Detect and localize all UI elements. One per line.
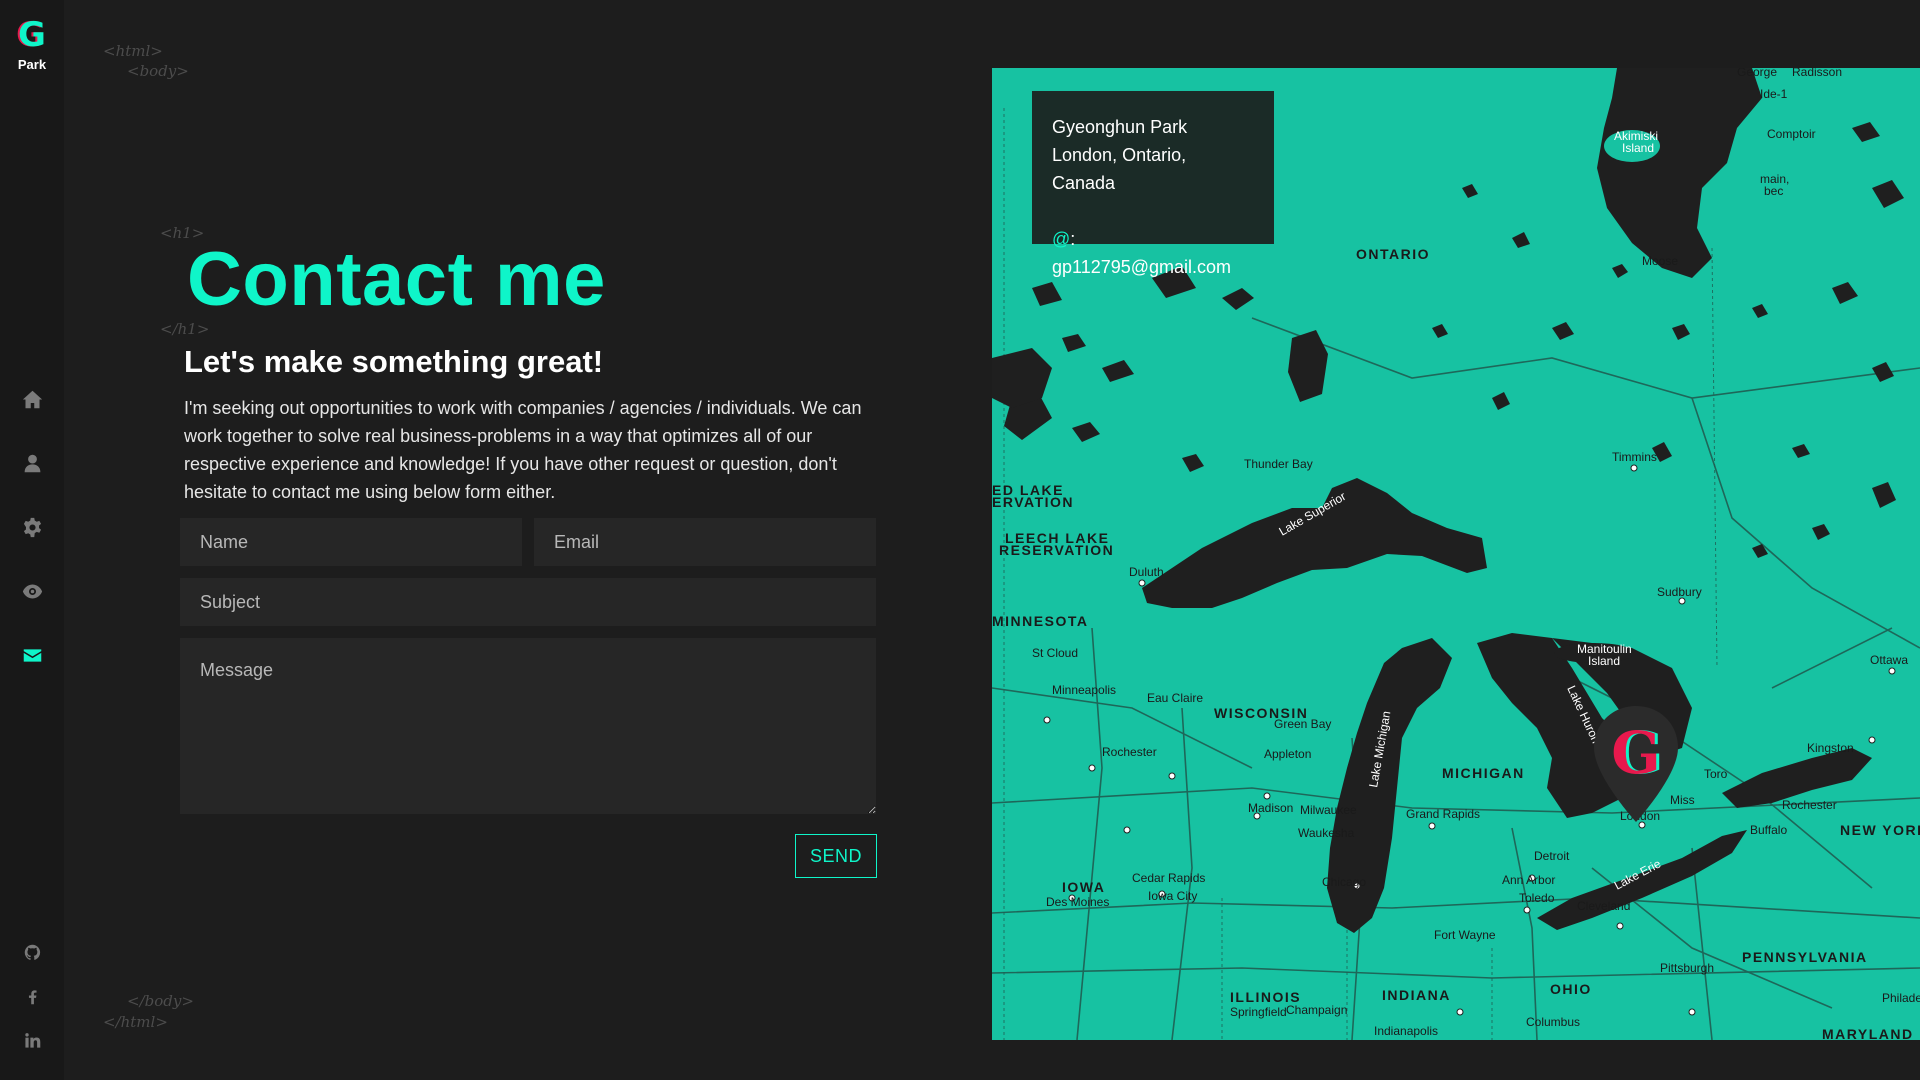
nav-contact[interactable]	[0, 623, 64, 687]
facebook-icon	[28, 989, 37, 1004]
map-label-des-moines: Des Moines	[1046, 895, 1109, 909]
map-label-maryland: MARYLAND	[1822, 1026, 1914, 1040]
social-links	[0, 930, 64, 1062]
map-label-kingston: Kingston	[1807, 741, 1854, 755]
home-icon	[22, 390, 42, 408]
info-email-separator: :	[1070, 229, 1076, 249]
page-title: Contact me	[187, 237, 606, 322]
decor-html-open: <html>	[103, 42, 163, 60]
map-label-moosonee: Moose	[1642, 254, 1678, 268]
map-label-minneapolis: Minneapolis	[1052, 683, 1116, 697]
map-label-milwaukee: Milwaukee	[1300, 803, 1357, 817]
map-label-springfield: Springfield	[1230, 1005, 1287, 1019]
map-label-madison: Madison	[1248, 801, 1293, 815]
decor-html-close: </html>	[103, 1013, 168, 1031]
map-label-minnesota: MINNESOTA	[992, 613, 1088, 629]
map-label-rochester-mn: Rochester	[1102, 745, 1157, 759]
sidebar: G Park	[0, 0, 64, 1080]
map-label-ann-arbor: Ann Arbor	[1502, 873, 1555, 887]
email-field[interactable]	[534, 518, 876, 566]
map-label-columbus: Columbus	[1526, 1015, 1580, 1029]
github-icon	[24, 944, 40, 960]
info-email-line: @: gp112795@gmail.com	[1052, 225, 1254, 281]
logo[interactable]: G Park	[0, 16, 64, 72]
map-label-thunder-bay: Thunder Bay	[1244, 457, 1313, 471]
social-github[interactable]	[0, 930, 64, 974]
map-label-grand-rapids: Grand Rapids	[1406, 807, 1480, 821]
map-label-pittsburgh: Pittsburgh	[1660, 961, 1714, 975]
map-label-iowa-city: Iowa City	[1148, 889, 1197, 903]
decor-body-open: <body>	[127, 62, 189, 80]
map-label-fort-wayne: Fort Wayne	[1434, 928, 1496, 942]
map-label-ohio: OHIO	[1550, 981, 1592, 997]
map-label-ide1: Ide-1	[1760, 87, 1788, 101]
map-label-eau-claire: Eau Claire	[1147, 691, 1203, 705]
nav-about[interactable]	[0, 431, 64, 495]
nav-menu	[0, 367, 64, 687]
map-marker[interactable]: G	[1590, 704, 1682, 830]
map-label-champaign: Champaign	[1286, 1003, 1347, 1017]
subject-field[interactable]	[180, 578, 876, 626]
social-linkedin[interactable]	[0, 1018, 64, 1062]
map-label-manitoulin-2: Island	[1588, 654, 1620, 668]
map-label-bec: bec	[1764, 184, 1783, 198]
map-label-indiana: INDIANA	[1382, 987, 1451, 1003]
map-label-leech-lake-res: RESERVATION	[999, 542, 1114, 558]
map-label-appleton: Appleton	[1264, 747, 1311, 761]
intro-text: I'm seeking out opportunities to work wi…	[184, 398, 862, 502]
map-label-cedar-rapids: Cedar Rapids	[1132, 871, 1205, 885]
map-label-george: George	[1737, 68, 1777, 79]
map-label-cleveland: Cleveland	[1577, 899, 1630, 913]
map-label-toledo: Toledo	[1519, 891, 1555, 905]
user-icon	[24, 454, 40, 472]
send-button[interactable]: SEND	[795, 834, 877, 878]
map-label-duluth: Duluth	[1129, 565, 1164, 579]
map-label-green-bay: Green Bay	[1274, 717, 1331, 731]
info-location: London, Ontario, Canada	[1052, 145, 1187, 193]
info-email[interactable]: gp112795@gmail.com	[1052, 257, 1231, 277]
decor-body-close: </body>	[127, 992, 194, 1010]
map-label-toronto: Toro	[1704, 767, 1728, 781]
map-label-ottawa: Ottawa	[1870, 653, 1908, 667]
nav-home[interactable]	[0, 367, 64, 431]
map-label-sudbury: Sudbury	[1657, 585, 1702, 599]
message-field[interactable]	[180, 638, 876, 814]
map-label-rochester-ny: Rochester	[1782, 798, 1837, 812]
map-label-new-york: NEW YORK	[1840, 822, 1920, 838]
envelope-icon	[23, 648, 41, 662]
map-label-pennsylvania: PENNSYLVANIA	[1742, 949, 1868, 965]
gear-icon	[23, 517, 41, 537]
map-label-red-lake-res: ERVATION	[992, 494, 1074, 510]
map-label-radisson: Radisson	[1792, 68, 1842, 79]
linkedin-icon	[24, 1032, 40, 1048]
name-field[interactable]	[180, 518, 522, 566]
marker-logo: G	[1611, 719, 1661, 787]
at-icon: @	[1052, 229, 1071, 249]
eye-icon	[22, 584, 42, 598]
map-label-buffalo: Buffalo	[1750, 823, 1787, 837]
map-label-timmins: Timmins	[1612, 450, 1657, 464]
page-subtitle: Let's make something great!	[184, 344, 604, 379]
nav-skills[interactable]	[0, 495, 64, 559]
map-label-michigan: MICHIGAN	[1442, 765, 1525, 781]
map-label-ontario: ONTARIO	[1356, 246, 1430, 262]
social-facebook[interactable]	[0, 974, 64, 1018]
map-label-iowa: IOWA	[1062, 879, 1105, 895]
nav-portfolio[interactable]	[0, 559, 64, 623]
map-label-indianapolis: Indianapolis	[1374, 1024, 1438, 1038]
map-label-chicago: Chicago	[1322, 875, 1366, 889]
info-name: Gyeonghun Park	[1052, 117, 1188, 137]
map-label-comptoir: Comptoir	[1767, 127, 1816, 141]
map-label-detroit: Detroit	[1534, 849, 1570, 863]
logo-name[interactable]: Park	[0, 57, 64, 72]
contact-info-card: Gyeonghun Park London, Ontario, Canada @…	[1032, 91, 1274, 277]
logo-mark[interactable]: G	[0, 16, 64, 54]
map-label-st-cloud: St Cloud	[1032, 646, 1078, 660]
map-label-waukesha: Waukesha	[1298, 826, 1355, 840]
map-label-akimiski-2: Island	[1622, 141, 1654, 155]
map-label-philadelphia: Philade	[1882, 991, 1920, 1005]
